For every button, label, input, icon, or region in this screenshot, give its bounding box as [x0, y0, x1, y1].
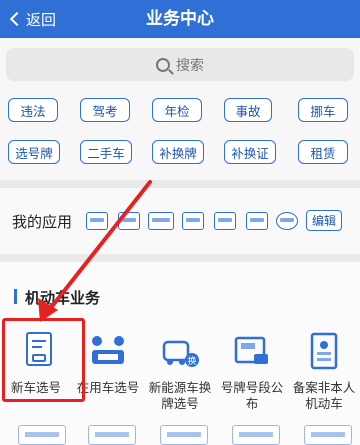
- partial-service-icon[interactable]: [18, 425, 66, 445]
- quick-tags: 违法 驾考 年检 事故 挪车 选号牌 二手车 补换牌 补换证 租赁: [0, 94, 360, 180]
- app-plate-icon[interactable]: [118, 212, 140, 230]
- tag-accident[interactable]: 事故: [224, 98, 272, 122]
- search-input[interactable]: 搜索: [6, 48, 354, 81]
- app-document-icon[interactable]: [214, 212, 236, 230]
- divider: [0, 254, 360, 262]
- edit-button[interactable]: 编辑: [306, 210, 342, 231]
- service-label: 号牌号段公布: [220, 380, 284, 411]
- my-apps-row: 我的应用 编辑: [0, 188, 360, 254]
- search-area: 搜索: [0, 38, 360, 94]
- tag-used-car[interactable]: 二手车: [80, 140, 132, 164]
- search-placeholder: 搜索: [176, 57, 204, 74]
- app-exchange-icon[interactable]: [182, 212, 204, 230]
- tag-driving-test[interactable]: 驾考: [80, 98, 130, 122]
- plate-range-icon: [232, 332, 272, 372]
- service-plate-range[interactable]: 号牌号段公布: [216, 332, 288, 412]
- app-badge-icon[interactable]: [276, 212, 298, 230]
- my-apps-label: 我的应用: [12, 213, 73, 231]
- ev-plate-icon: 换: [160, 332, 200, 372]
- partial-service-icon[interactable]: [160, 425, 208, 445]
- tag-replace-plate[interactable]: 补换牌: [152, 140, 204, 164]
- tag-rental[interactable]: 租赁: [298, 140, 348, 164]
- divider: [0, 180, 360, 188]
- search-icon: [156, 57, 170, 72]
- partial-service-icon[interactable]: [88, 425, 136, 445]
- partial-service-icon[interactable]: [232, 425, 280, 445]
- service-label: 备案非本人机动车: [292, 380, 356, 411]
- service-vehicle-record[interactable]: 备案非本人机动车: [288, 332, 360, 412]
- app-form-icon[interactable]: [246, 212, 268, 230]
- svg-text:换: 换: [187, 355, 196, 367]
- tag-replace-license[interactable]: 补换证: [224, 140, 276, 164]
- page-title: 业务中心: [146, 9, 214, 29]
- app-license-icon[interactable]: [148, 212, 174, 230]
- tag-inspection[interactable]: 年检: [152, 98, 202, 122]
- highlight-box: [2, 318, 85, 402]
- used-car-plate-icon: [88, 332, 128, 372]
- app-car-icon[interactable]: [86, 212, 108, 230]
- partial-service-icon[interactable]: [304, 425, 352, 445]
- vehicle-record-icon: [304, 332, 344, 372]
- service-ev-plate[interactable]: 换 新能源车换牌选号: [144, 332, 216, 412]
- section-marker: [14, 289, 17, 304]
- tag-violation[interactable]: 违法: [8, 98, 58, 122]
- top-bar: 返回 业务中心: [0, 0, 360, 38]
- section-title: 机动车业务: [25, 289, 101, 307]
- tag-select-plate[interactable]: 选号牌: [8, 140, 60, 164]
- service-label: 新能源车换牌选号: [148, 380, 212, 411]
- tag-move-car[interactable]: 挪车: [298, 98, 348, 122]
